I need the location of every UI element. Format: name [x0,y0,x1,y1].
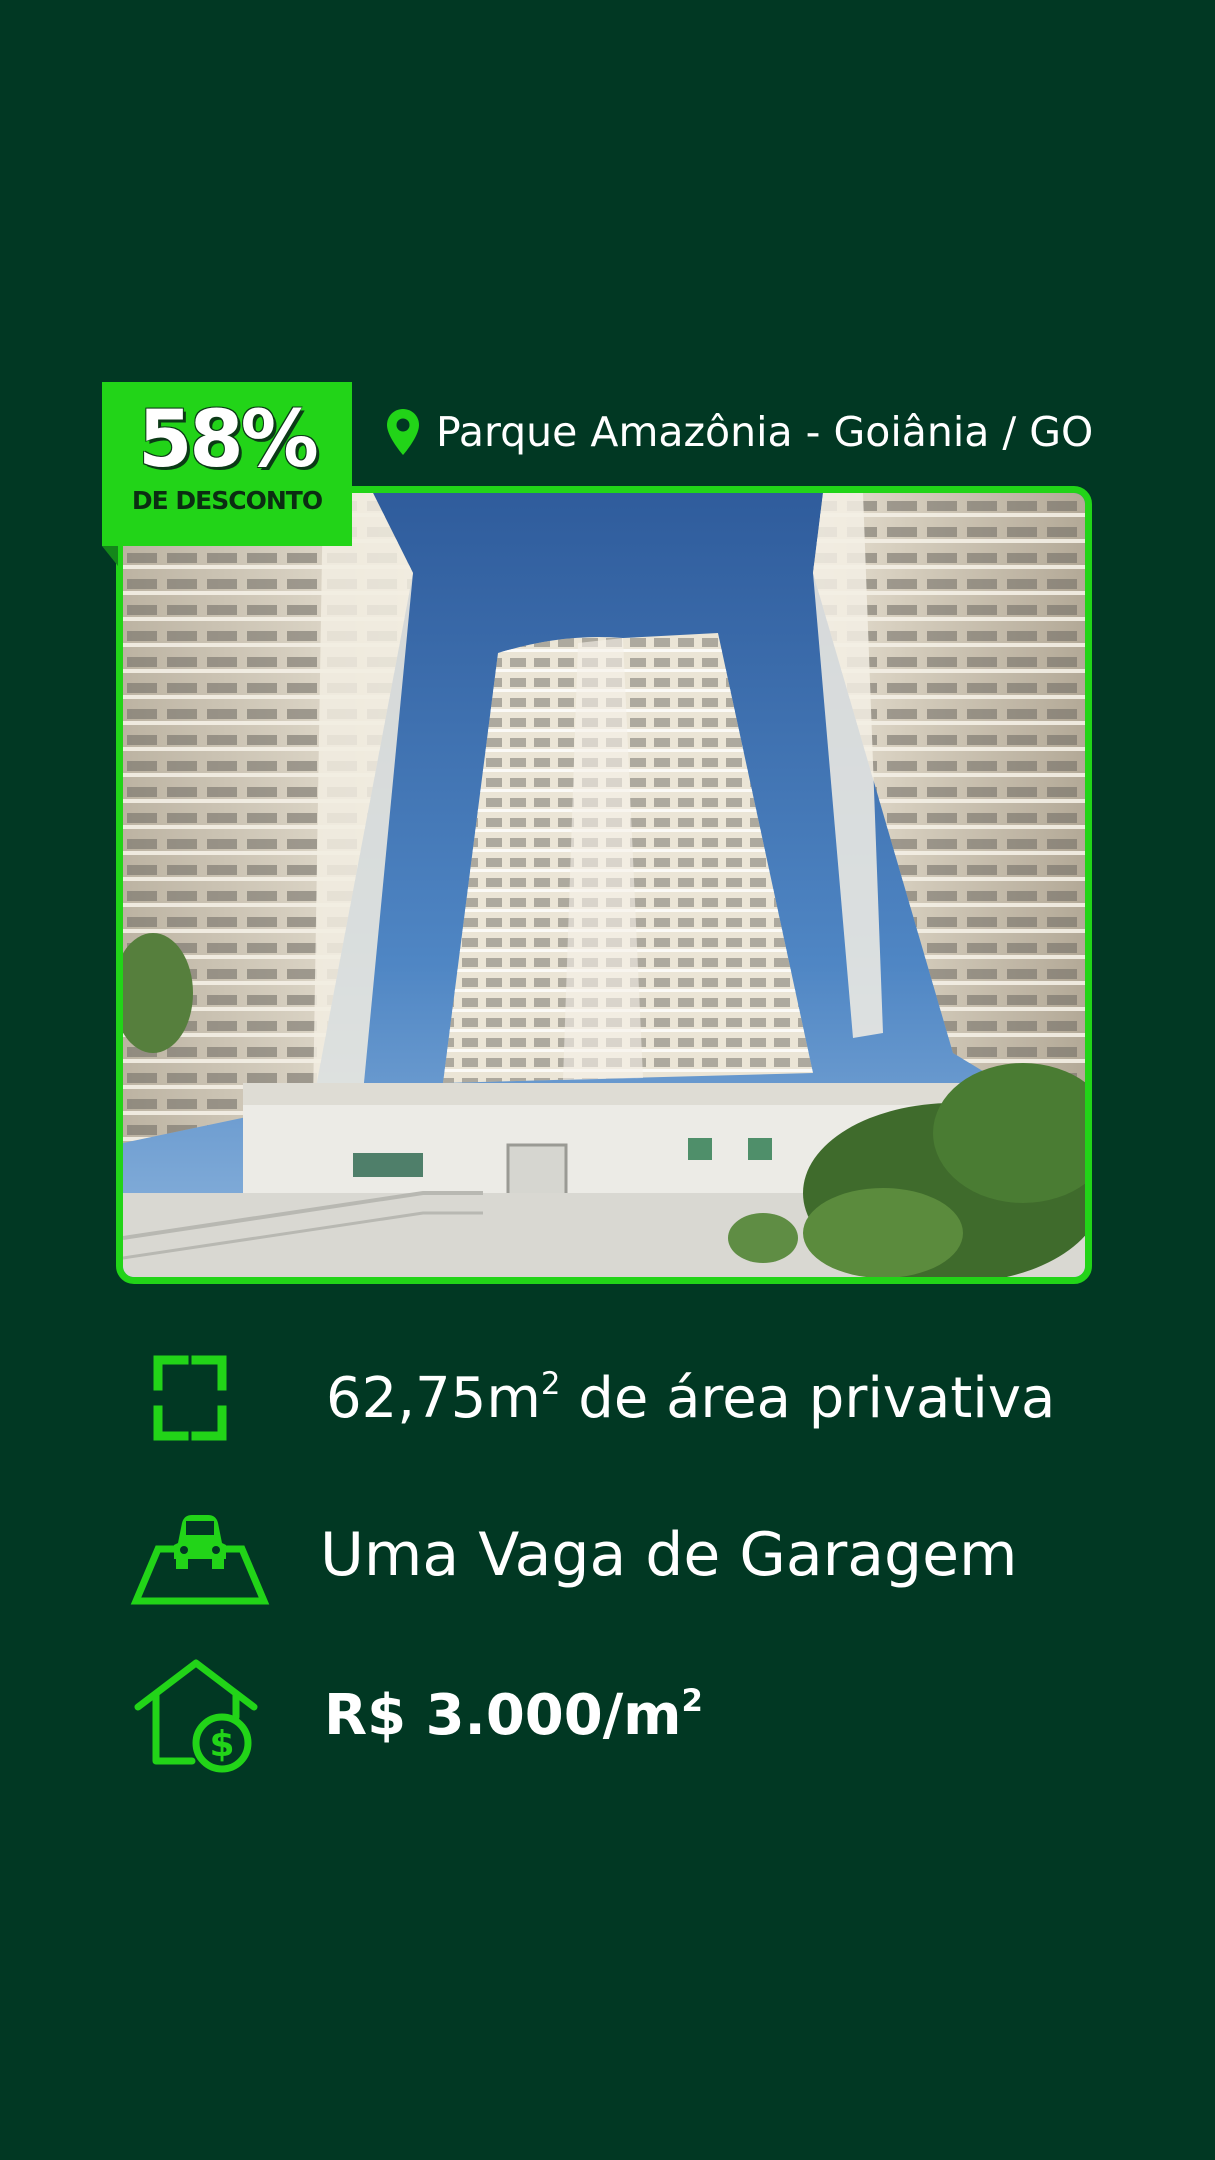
feature-area: 62,75m2 de área privativa [130,1348,1055,1448]
discount-label: DE DESCONTO [131,486,323,515]
feature-garage: Uma Vaga de Garagem [130,1505,1018,1605]
discount-badge: 58% DE DESCONTO [102,382,352,546]
area-frame-icon [153,1355,227,1441]
map-pin-icon [387,409,419,455]
car-parking-icon [130,1515,270,1605]
building-photo [123,493,1085,1277]
garage-text: Uma Vaga de Garagem [320,1520,1018,1590]
location-text: Parque Amazônia - Goiânia / GO [436,408,1094,456]
location: Parque Amazônia - Goiânia / GO [386,402,1093,462]
area-text: 62,75m2 de área privativa [326,1365,1056,1431]
badge-fold [102,546,118,566]
property-photo [116,486,1092,1284]
discount-percent: 58% [138,395,319,485]
price-text: R$ 3.000/m2 [324,1682,703,1748]
feature-price: $ R$ 3.000/m2 [130,1655,703,1775]
svg-text:$: $ [209,1724,234,1765]
house-dollar-icon: $ [134,1659,258,1773]
